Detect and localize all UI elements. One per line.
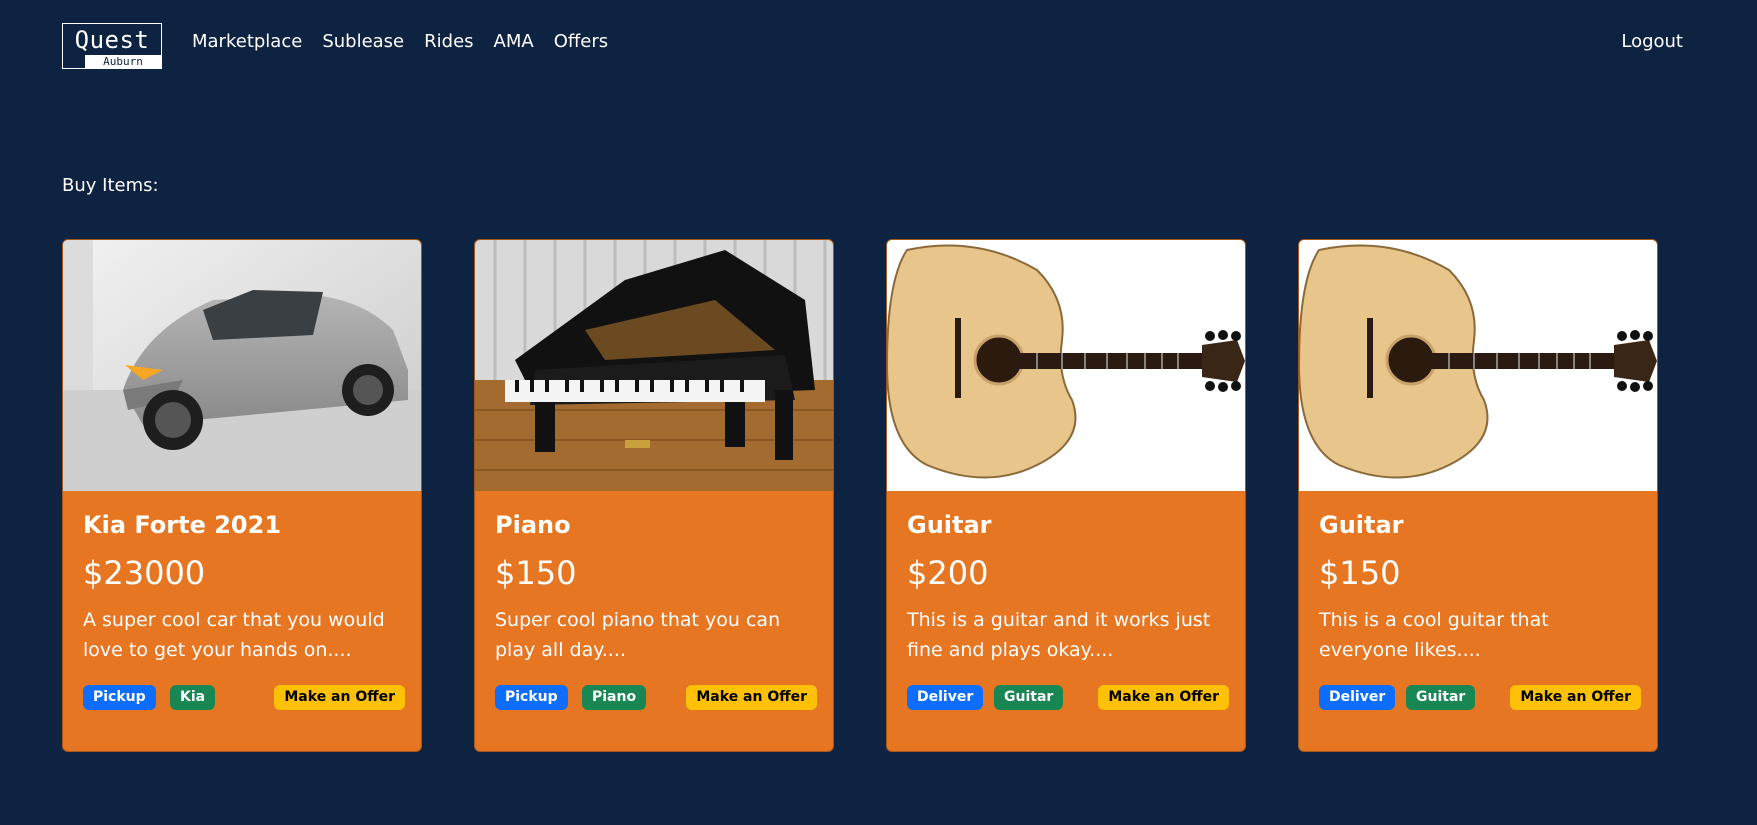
nav-link-ama[interactable]: AMA bbox=[494, 30, 534, 54]
section-title: Buy Items: bbox=[62, 175, 159, 196]
category-badge: Piano bbox=[582, 685, 647, 710]
item-title: Piano bbox=[495, 511, 571, 539]
card-footer: Pickup Piano Make an Offer bbox=[495, 685, 817, 711]
category-badge: Guitar bbox=[1406, 685, 1476, 710]
category-badge: Guitar bbox=[994, 685, 1064, 710]
quest-logo[interactable]: Quest Auburn bbox=[62, 23, 162, 69]
item-description: A super cool car that you would love to … bbox=[83, 609, 385, 661]
make-offer-button[interactable]: Make an Offer bbox=[274, 685, 405, 710]
item-card[interactable]: Guitar $150 This is a cool guitar that e… bbox=[1298, 239, 1658, 752]
item-price: $150 bbox=[495, 554, 577, 592]
card-footer: Deliver Guitar Make an Offer bbox=[1319, 685, 1641, 711]
item-price: $200 bbox=[907, 554, 989, 592]
item-description: This is a cool guitar that everyone like… bbox=[1319, 609, 1549, 661]
category-badge: Kia bbox=[170, 685, 216, 710]
piano-photo bbox=[475, 240, 833, 491]
delivery-badge: Deliver bbox=[1319, 685, 1396, 710]
nav-link-marketplace[interactable]: Marketplace bbox=[192, 30, 302, 54]
item-cards: Kia Forte 2021 $23000 A super cool car t… bbox=[62, 239, 1710, 752]
delivery-badge: Deliver bbox=[907, 685, 984, 710]
guitar-photo bbox=[887, 240, 1245, 491]
item-title: Guitar bbox=[907, 511, 992, 539]
nav-link-rides[interactable]: Rides bbox=[424, 30, 473, 54]
nav-links: Marketplace Sublease Rides AMA Offers bbox=[192, 30, 628, 54]
nav-link-offers[interactable]: Offers bbox=[554, 30, 608, 54]
make-offer-button[interactable]: Make an Offer bbox=[1510, 685, 1641, 710]
item-card[interactable]: Kia Forte 2021 $23000 A super cool car t… bbox=[62, 239, 422, 752]
nav-link-sublease[interactable]: Sublease bbox=[322, 30, 404, 54]
make-offer-button[interactable]: Make an Offer bbox=[1098, 685, 1229, 710]
card-footer: Pickup Kia Make an Offer bbox=[83, 685, 405, 711]
item-description: Super cool piano that you can play all d… bbox=[495, 609, 781, 661]
item-price: $150 bbox=[1319, 554, 1401, 592]
delivery-badge: Pickup bbox=[83, 685, 156, 710]
delivery-badge: Pickup bbox=[495, 685, 568, 710]
item-title: Kia Forte 2021 bbox=[83, 511, 282, 539]
make-offer-button[interactable]: Make an Offer bbox=[686, 685, 817, 710]
item-price: $23000 bbox=[83, 554, 206, 592]
navbar: Quest Auburn Marketplace Sublease Rides … bbox=[0, 0, 1757, 86]
card-footer: Deliver Guitar Make an Offer bbox=[907, 685, 1229, 711]
item-card[interactable]: Piano $150 Super cool piano that you can… bbox=[474, 239, 834, 752]
item-title: Guitar bbox=[1319, 511, 1404, 539]
logout-link[interactable]: Logout bbox=[1621, 30, 1683, 54]
guitar-photo bbox=[1299, 240, 1657, 491]
item-card[interactable]: Guitar $200 This is a guitar and it work… bbox=[886, 239, 1246, 752]
logo-main-text: Quest bbox=[74, 26, 150, 54]
item-description: This is a guitar and it works just fine … bbox=[907, 609, 1211, 661]
car-photo bbox=[63, 240, 421, 491]
logo-sub-text: Auburn bbox=[85, 55, 161, 68]
